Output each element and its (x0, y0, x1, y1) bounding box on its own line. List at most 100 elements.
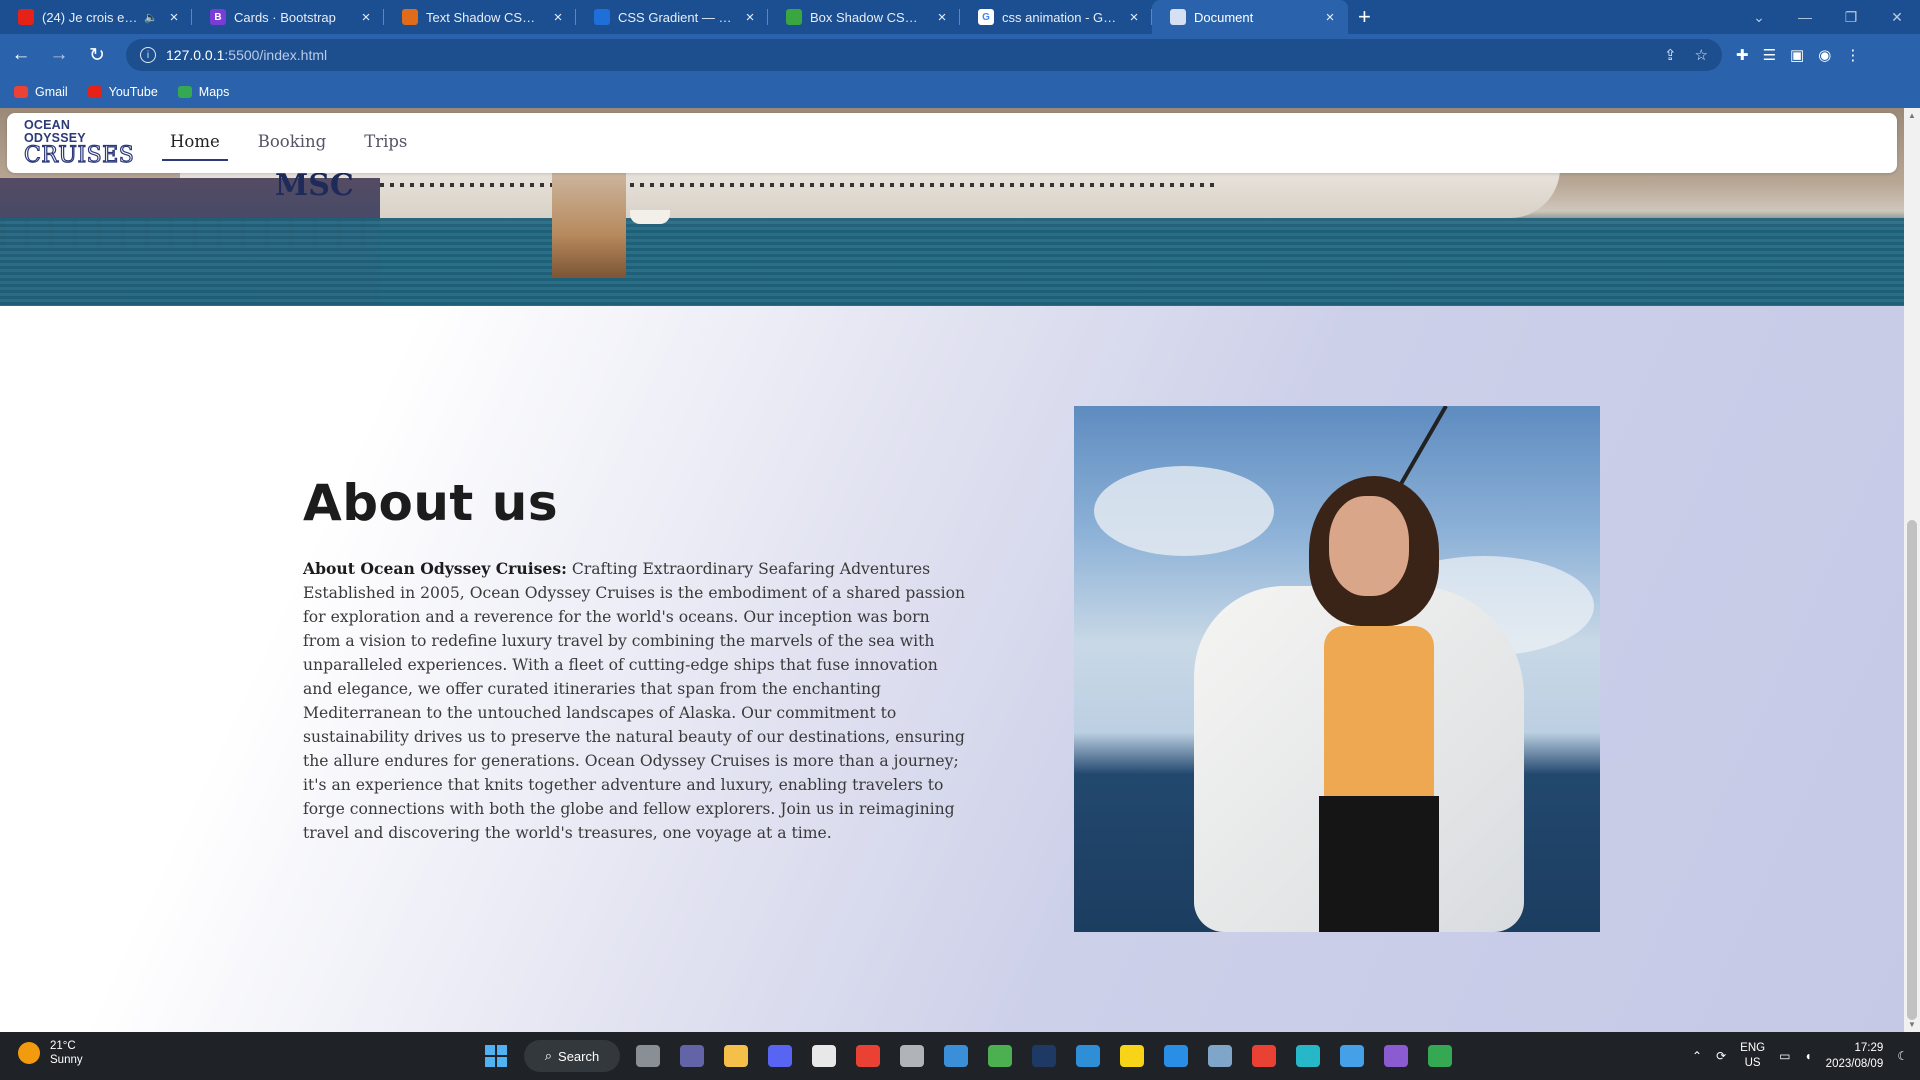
close-tab-icon[interactable]: × (1126, 9, 1142, 26)
about-paragraph: About Ocean Odyssey Cruises: Crafting Ex… (303, 557, 967, 845)
browser-tabstrip: (24) Je crois entende -Alfred 🔈 × B Cards · … (0, 0, 1920, 34)
reading-list-icon[interactable]: ☰ (1763, 46, 1776, 64)
new-tab-button[interactable]: + (1358, 0, 1371, 34)
site-navbar: OCEAN ODYSSEY CRUISES Home Booking Trips (7, 113, 1897, 173)
nav-links: Home Booking Trips (162, 126, 437, 161)
restore-button[interactable]: ❐ (1828, 9, 1874, 26)
taskbar-store[interactable] (934, 1038, 978, 1074)
bookmark-gmail[interactable]: Gmail (14, 85, 68, 99)
weather-widget[interactable]: 21°C Sunny (18, 1039, 83, 1067)
site-logo[interactable]: OCEAN ODYSSEY CRUISES (23, 118, 134, 167)
taskbar-file-explorer[interactable] (714, 1038, 758, 1074)
browser-tab[interactable]: Document × (1152, 0, 1348, 34)
nav-booking[interactable]: Booking (250, 126, 334, 161)
scrollbar-thumb[interactable] (1907, 520, 1917, 1020)
lightroom-icon (1032, 1045, 1056, 1067)
taskbar-github[interactable] (1374, 1038, 1418, 1074)
weather-temp: 21°C (50, 1040, 76, 1052)
close-tab-icon[interactable]: × (742, 9, 758, 26)
minimize-button[interactable]: — (1782, 9, 1828, 25)
teams-icon (680, 1045, 704, 1067)
tray-overflow-icon[interactable]: ⌃ (1692, 1049, 1702, 1063)
bookmark-maps[interactable]: Maps (177, 85, 229, 99)
reload-button[interactable]: ↻ (80, 38, 114, 72)
taskbar-discord[interactable] (758, 1038, 802, 1074)
nav-trips[interactable]: Trips (356, 126, 415, 161)
taskbar-sticky-notes[interactable] (1110, 1038, 1154, 1074)
side-panel-icon[interactable]: ▣ (1790, 46, 1804, 64)
taskbar-search[interactable]: ⌕ Search (524, 1040, 620, 1072)
taskbar-task-view[interactable] (626, 1038, 670, 1074)
about-body: Crafting Extraordinary Seafaring Adventu… (303, 560, 966, 842)
taskbar-chrome[interactable] (846, 1038, 890, 1074)
close-tab-icon[interactable]: × (1322, 9, 1338, 26)
tab-title: (24) Je crois entende -Alfred (42, 9, 140, 25)
taskbar-photos[interactable] (1066, 1038, 1110, 1074)
browser-tab[interactable]: Text Shadow CSS Generator Onl × (384, 0, 576, 34)
address-bar[interactable]: i 127.0.0.1:5500/index.html ⇪ ☆ (126, 39, 1722, 71)
page-viewport: MSC OCEAN ODYSSEY CRUISES Home Booking Tri… (0, 108, 1904, 1032)
pen-tool-icon (900, 1045, 924, 1067)
sun-icon (18, 1042, 40, 1064)
system-tray: ⌃ ⟳ ENG US ▭ ◖ 17:29 2023/08/09 ☾ (1692, 1038, 1908, 1074)
app-cube-icon (812, 1045, 836, 1067)
profile-icon[interactable]: ◉ (1818, 46, 1831, 64)
globe-favicon-icon (1170, 9, 1186, 25)
bookmark-star-icon[interactable]: ☆ (1695, 46, 1708, 64)
bookmark-youtube[interactable]: YouTube (87, 85, 158, 99)
file-explorer-icon (724, 1045, 748, 1067)
css-generator-favicon-icon (402, 9, 418, 25)
browser-tab[interactable]: B Cards · Bootstrap × (192, 0, 384, 34)
logo-line-1: OCEAN ODYSSEY (24, 118, 86, 145)
scroll-down-arrow-icon[interactable]: ▼ (1907, 1020, 1917, 1029)
close-window-button[interactable]: ✕ (1874, 9, 1920, 26)
close-tab-icon[interactable]: × (166, 9, 182, 26)
search-icon: ⌕ (544, 1048, 553, 1063)
forward-button[interactable]: → (42, 38, 76, 72)
site-info-icon[interactable]: i (140, 47, 156, 63)
scroll-up-arrow-icon[interactable]: ▲ (1907, 111, 1917, 120)
browser-tab[interactable]: Gcss animation - Google Search × (960, 0, 1152, 34)
clock[interactable]: 17:29 2023/08/09 (1826, 1040, 1884, 1072)
tab-search-icon[interactable]: ⌄ (1736, 9, 1782, 26)
taskbar-apps: ⌕ Search (474, 1038, 1462, 1074)
photo-shirt (1324, 626, 1434, 816)
taskbar-app-cube[interactable] (802, 1038, 846, 1074)
sync-icon[interactable]: ⟳ (1716, 1049, 1726, 1063)
close-tab-icon[interactable]: × (934, 9, 950, 26)
back-button[interactable]: ← (4, 38, 38, 72)
cursor-app-icon (1296, 1045, 1320, 1067)
tab-title: Box Shadow CSS Generator (810, 9, 926, 25)
taskbar-pen-tool[interactable] (890, 1038, 934, 1074)
tab-audio-icon[interactable]: 🔈 (144, 11, 158, 24)
start-button[interactable] (474, 1038, 518, 1074)
nav-home[interactable]: Home (162, 126, 228, 161)
taskbar-gallery[interactable] (1198, 1038, 1242, 1074)
network-icon[interactable]: ▭ (1779, 1049, 1790, 1063)
language-indicator[interactable]: ENG US (1740, 1041, 1765, 1071)
taskbar-chrome-2[interactable] (1418, 1038, 1462, 1074)
notifications-icon[interactable]: ☾ (1897, 1049, 1908, 1063)
taskbar-chrome-profile[interactable] (1242, 1038, 1286, 1074)
browser-tab[interactable]: CSS Gradient — Generator, Mak × (576, 0, 768, 34)
taskbar-lightroom[interactable] (1022, 1038, 1066, 1074)
clock-date: 2023/08/09 (1825, 1058, 1884, 1070)
taskbar-notepad[interactable] (1330, 1038, 1374, 1074)
gallery-icon (1208, 1045, 1232, 1067)
taskbar-cursor-app[interactable] (1286, 1038, 1330, 1074)
menu-icon[interactable]: ⋮ (1845, 46, 1860, 64)
share-icon[interactable]: ⇪ (1664, 46, 1677, 64)
volume-icon[interactable]: ◖ (1804, 1049, 1811, 1063)
taskbar-notepad-green[interactable] (978, 1038, 1022, 1074)
about-photo (1074, 406, 1600, 932)
page-scrollbar[interactable]: ▲ ▼ (1904, 108, 1920, 1032)
browser-tab[interactable]: Box Shadow CSS Generator × (768, 0, 960, 34)
weather-desc: Sunny (50, 1054, 83, 1066)
extensions-icon[interactable]: ✚ (1736, 46, 1749, 64)
close-tab-icon[interactable]: × (358, 9, 374, 26)
close-tab-icon[interactable]: × (550, 9, 566, 26)
taskbar-vscode[interactable] (1154, 1038, 1198, 1074)
taskbar-teams[interactable] (670, 1038, 714, 1074)
browser-tab[interactable]: (24) Je crois entende -Alfred 🔈 × (0, 0, 192, 34)
language-code: ENG (1740, 1042, 1766, 1054)
